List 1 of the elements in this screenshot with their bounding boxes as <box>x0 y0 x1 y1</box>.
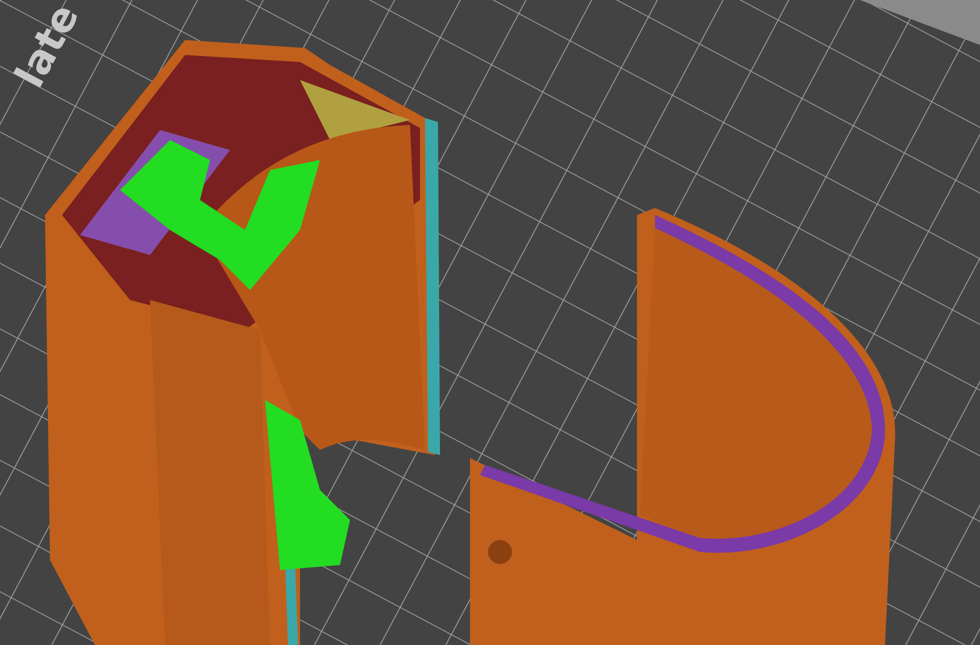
bed-label: late <box>9 0 86 94</box>
